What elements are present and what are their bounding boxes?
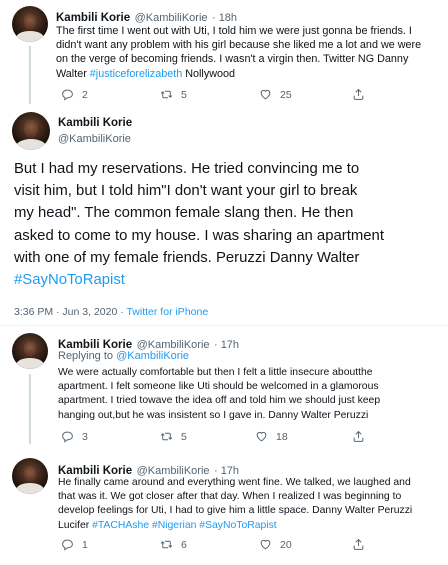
replying-to-link[interactable]: @KambiliKorie (116, 350, 189, 362)
retweet-icon (160, 430, 173, 443)
like-button[interactable]: 20 (259, 538, 292, 551)
thread-line (29, 374, 31, 444)
author-handle[interactable]: @KambiliKorie (58, 133, 131, 145)
share-icon (352, 538, 365, 551)
reply-button[interactable]: 1 (61, 538, 88, 551)
heart-icon (259, 88, 272, 101)
reply-count: 3 (82, 430, 88, 443)
heart-icon (255, 430, 268, 443)
reply-icon (61, 538, 74, 551)
tweet-timestamp: 3:36 PM · Jun 3, 2020 · Twitter for iPho… (14, 306, 209, 318)
reply-count: 1 (82, 538, 88, 551)
reply-icon (61, 430, 74, 443)
tweet-text: We were actually comfortable but then I … (58, 367, 381, 421)
hashtag-link[interactable]: #justiceforelizabeth (90, 68, 182, 80)
tweet-text: He finally came around and everything we… (58, 477, 413, 531)
share-button[interactable] (352, 88, 365, 101)
avatar[interactable] (12, 333, 48, 369)
heart-icon (259, 538, 272, 551)
avatar[interactable] (12, 112, 50, 150)
hashtag-link[interactable]: #SayNoToRapist (14, 269, 439, 291)
retweet-count: 5 (181, 88, 187, 101)
tweet-source[interactable]: Twitter for iPhone (126, 306, 208, 318)
reply-button[interactable]: 3 (61, 430, 88, 443)
reply-button[interactable]: 2 (61, 88, 88, 101)
author-name[interactable]: Kambili Korie (58, 117, 132, 129)
like-count: 25 (280, 88, 292, 101)
retweet-button[interactable]: 6 (160, 538, 187, 551)
tweet-time[interactable]: · 17h (214, 339, 239, 351)
tweet-text: The first time I went out with Uti, I to… (56, 25, 422, 80)
share-button[interactable] (352, 538, 365, 551)
like-count: 18 (276, 430, 288, 443)
author-name[interactable]: Kambili Korie (56, 12, 130, 24)
retweet-icon (160, 88, 173, 101)
hashtag-link[interactable]: #TACHAshe #Nigerian #SayNoToRapist (92, 520, 277, 531)
avatar[interactable] (12, 6, 48, 42)
reply-count: 2 (82, 88, 88, 101)
thread-line (29, 46, 31, 104)
divider (0, 325, 448, 326)
author-handle[interactable]: @KambiliKorie (135, 12, 208, 24)
share-icon (352, 88, 365, 101)
share-button[interactable] (352, 430, 365, 443)
reply-icon (61, 88, 74, 101)
share-icon (352, 430, 365, 443)
retweet-count: 5 (181, 430, 187, 443)
tweet-text: But I had my reservations. He tried conv… (14, 158, 439, 291)
retweet-button[interactable]: 5 (160, 88, 187, 101)
retweet-icon (160, 538, 173, 551)
like-button[interactable]: 18 (255, 430, 288, 443)
replying-to: Replying to @KambiliKorie (58, 350, 190, 362)
tweet-time[interactable]: · 18h (212, 12, 237, 24)
retweet-button[interactable]: 5 (160, 430, 187, 443)
like-button[interactable]: 25 (259, 88, 292, 101)
avatar[interactable] (12, 458, 48, 494)
like-count: 20 (280, 538, 292, 551)
retweet-count: 6 (181, 538, 187, 551)
